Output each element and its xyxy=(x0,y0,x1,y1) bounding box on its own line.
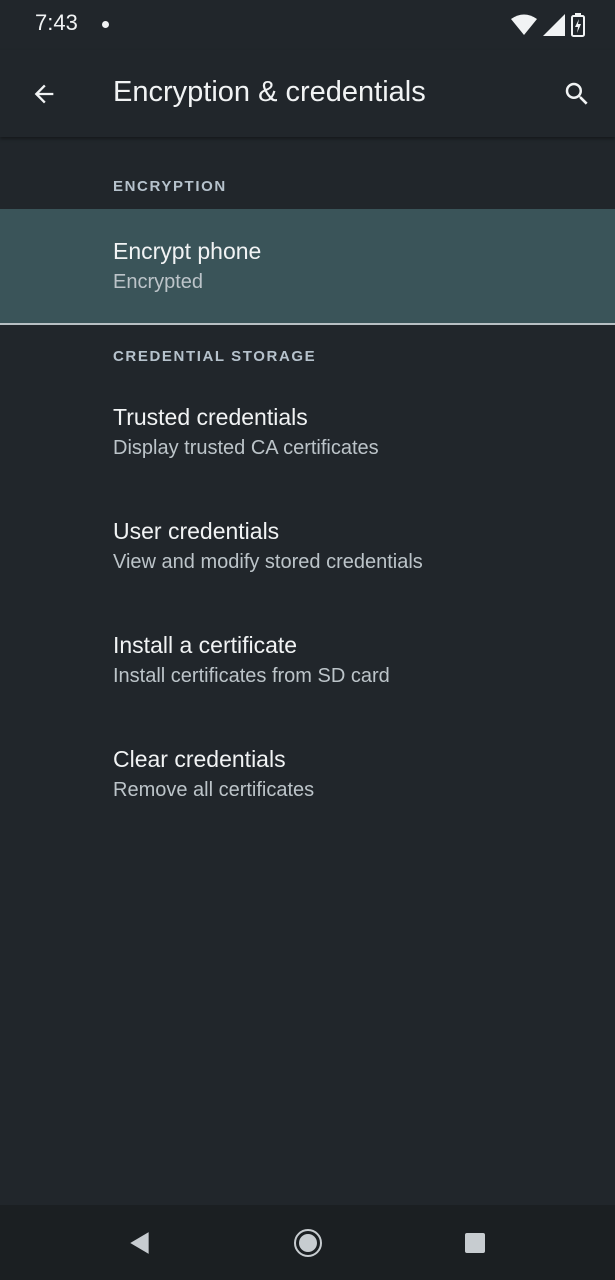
cell-signal-icon xyxy=(543,14,565,36)
app-bar: Encryption & credentials xyxy=(0,50,615,137)
pref-title: Encrypt phone xyxy=(113,238,262,264)
search-icon xyxy=(565,82,588,105)
nav-home-icon xyxy=(294,1228,322,1257)
pref-summary: View and modify stored credentials xyxy=(113,551,423,573)
pref-title: User credentials xyxy=(113,518,280,544)
nav-back-icon xyxy=(130,1231,149,1254)
pref-summary: Encrypted xyxy=(113,271,204,293)
status-bar: 7:43 xyxy=(0,0,615,50)
pref-summary: Display trusted CA certificates xyxy=(113,437,379,459)
pref-summary: Install certificates from SD card xyxy=(113,665,390,687)
back-button[interactable] xyxy=(18,68,70,120)
pref-clear-credentials[interactable]: Clear credentials Remove all certificate… xyxy=(0,717,615,831)
nav-home-button[interactable] xyxy=(263,1205,353,1280)
pref-title: Trusted credentials xyxy=(113,404,308,430)
status-icons xyxy=(511,12,585,38)
nav-back-button[interactable] xyxy=(95,1205,185,1280)
pref-install-certificate[interactable]: Install a certificate Install certificat… xyxy=(0,603,615,717)
pref-user-credentials[interactable]: User credentials View and modify stored … xyxy=(0,489,615,603)
page-title: Encryption & credentials xyxy=(113,76,426,108)
pref-title: Install a certificate xyxy=(113,632,298,658)
settings-list: ENCRYPTION Encrypt phone Encrypted CREDE… xyxy=(0,137,615,831)
pref-title: Clear credentials xyxy=(113,746,286,772)
pref-trusted-credentials[interactable]: Trusted credentials Display trusted CA c… xyxy=(0,375,615,489)
notification-dot-icon xyxy=(102,21,109,28)
back-arrow-icon xyxy=(34,84,54,104)
wifi-icon xyxy=(511,14,537,35)
pref-encrypt-phone[interactable]: Encrypt phone Encrypted xyxy=(0,209,615,325)
pref-summary: Remove all certificates xyxy=(113,779,315,801)
navigation-bar xyxy=(0,1205,615,1280)
search-button[interactable] xyxy=(551,68,603,120)
nav-recents-icon xyxy=(465,1232,485,1253)
battery-icon xyxy=(571,13,585,37)
section-header-encryption: ENCRYPTION xyxy=(113,178,227,195)
nav-recents-button[interactable] xyxy=(430,1205,520,1280)
status-time: 7:43 xyxy=(35,10,78,35)
section-header-credential-storage: CREDENTIAL STORAGE xyxy=(113,348,317,365)
